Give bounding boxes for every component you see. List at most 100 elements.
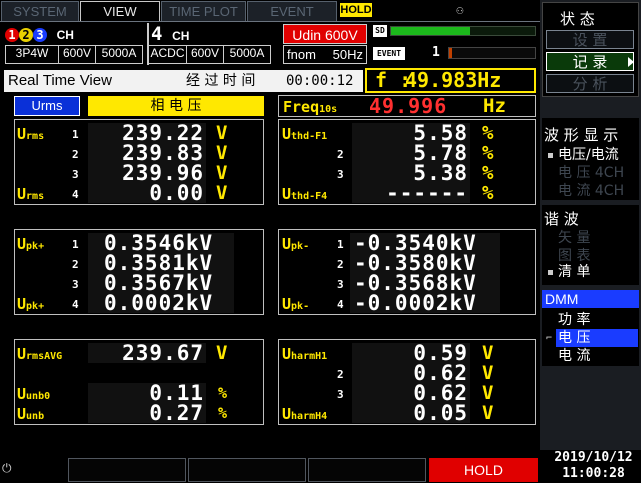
urms-ch-3: 3	[72, 168, 79, 181]
urms-value-2: 239.83	[88, 143, 206, 164]
status-title: 状 态	[560, 10, 595, 28]
uthd-value-1: 5.58	[352, 123, 470, 144]
urms-avg-value: 239.67	[88, 343, 206, 364]
freq-value: 49.983Hz	[405, 68, 502, 92]
waveform-item-voltage-current[interactable]: 电压/电流	[558, 147, 619, 163]
harmonic-item-list[interactable]: 清 单	[558, 264, 590, 280]
plug-icon: ⏻	[2, 461, 12, 475]
unb0-value: 0.11	[88, 383, 206, 404]
uharm-unit-1: V	[482, 342, 494, 364]
event-bar	[448, 47, 536, 59]
urms-label-1: Urms	[17, 125, 45, 143]
urms-unit-4: V	[216, 182, 228, 204]
urms-avg-unit: V	[216, 342, 228, 364]
f1-key[interactable]	[68, 458, 186, 482]
uharm-unit-2: V	[482, 362, 494, 384]
uthd-ch-2: 2	[337, 148, 344, 161]
uharm-unit-4: V	[482, 402, 494, 424]
upk-minus-value-2: -0.3580kV	[350, 253, 500, 274]
uthd-value-2: 5.78	[352, 143, 470, 164]
ch4-suffix: CH	[172, 29, 190, 43]
elapsed-label: 经 过 时 间	[186, 73, 256, 89]
uharm-unit-3: V	[482, 382, 494, 404]
unb-unit: %	[218, 404, 228, 422]
upk-minus-ch-1: 1	[337, 238, 344, 251]
ch-suffix: CH	[56, 28, 74, 42]
channel-group-1-3: 123 CH	[5, 24, 145, 44]
upk-plus-label-1: Upk+	[17, 235, 45, 253]
urms-unit-3: V	[216, 162, 228, 184]
upk-plus-ch-4: 4	[72, 298, 79, 311]
waveform-item-voltage-4ch[interactable]: 电 压 4CH	[558, 165, 624, 181]
urms-ch-4: 4	[72, 188, 79, 201]
range-v-4: 600V	[186, 45, 224, 64]
setup-button[interactable]: 设 置	[546, 30, 634, 49]
uthd-label-1: Uthd-F1	[282, 125, 328, 143]
analyze-button[interactable]: 分 析	[546, 74, 634, 93]
frequency-display: f : 49.983Hz	[365, 68, 536, 93]
footer-date: 2019/10/12	[554, 450, 633, 465]
upk-plus-value-2: 0.3581kV	[88, 253, 234, 274]
upk-plus-value-3: 0.3567kV	[88, 273, 234, 294]
freq10s-panel: Freq10s 49.996 Hz	[278, 95, 536, 117]
harmonic-title: 谐 波	[544, 210, 579, 228]
uthd-unit-2: %	[482, 142, 494, 164]
sd-usage-bar	[390, 26, 536, 36]
record-arrow-icon	[628, 57, 634, 67]
tab-view[interactable]: VIEW	[80, 1, 160, 22]
upk-minus-ch-2: 2	[337, 258, 344, 271]
upk-plus-ch-1: 1	[72, 238, 79, 251]
upk-plus-ch-2: 2	[72, 258, 79, 271]
freq10s-label: Freq10s	[283, 98, 338, 116]
uharm-label-1: UharmH1	[282, 345, 328, 363]
uthd-unit-4: %	[482, 182, 494, 204]
uharm-value-4: 0.05	[352, 403, 470, 424]
harmonic-item-vector[interactable]: 矢 量	[558, 230, 590, 246]
f2-key[interactable]	[188, 458, 306, 482]
wiring-label: 3P4W	[5, 45, 59, 64]
tab-time-plot[interactable]: TIME PLOT	[161, 1, 246, 22]
uharm-value-3: 0.62	[352, 383, 470, 404]
fnom-indicator: fnom 50Hz	[283, 45, 367, 64]
upk-minus-value-3: -0.3568kV	[350, 273, 500, 294]
hold-button[interactable]: HOLD	[429, 458, 538, 482]
tab-system[interactable]: SYSTEM	[1, 1, 79, 22]
upk-minus-ch-3: 3	[337, 278, 344, 291]
urms-ch-1: 1	[72, 128, 79, 141]
f3-key[interactable]	[308, 458, 426, 482]
upk-minus-label-4: Upk-	[282, 295, 310, 313]
upk-plus-value-4: 0.0002kV	[88, 293, 234, 314]
ch1-indicator: 1	[5, 28, 19, 42]
footer-time: 11:00:28	[562, 466, 625, 481]
unb0-unit: %	[218, 384, 228, 402]
urms-mode-button[interactable]: Urms	[14, 96, 80, 116]
dmm-item-power[interactable]: 功 率	[558, 312, 590, 328]
urms-label-4: Urms	[17, 185, 45, 203]
dmm-item-voltage[interactable]: 电 压	[558, 330, 590, 346]
urms-unit-2: V	[216, 142, 228, 164]
network-icon: ⚇	[456, 3, 464, 17]
uthd-unit-1: %	[482, 122, 494, 144]
waveform-title: 波 形 显 示	[544, 126, 619, 144]
dmm-item-current[interactable]: 电 流	[558, 348, 590, 364]
tab-event[interactable]: EVENT	[247, 1, 337, 22]
waveform-bullet-icon	[548, 153, 553, 158]
uthd-ch-3: 3	[337, 168, 344, 181]
record-button[interactable]: 记 录	[546, 52, 634, 71]
freq10s-unit: Hz	[483, 95, 506, 117]
ch4-coupling: ACDC	[148, 45, 187, 64]
event-count: 1	[432, 45, 440, 60]
channel-group-4: 4 CH	[151, 24, 211, 44]
uthd-value-4: ------	[352, 183, 470, 204]
dmm-title: DMM	[542, 290, 639, 308]
phase-voltage-label[interactable]: 相 电 压	[88, 96, 264, 116]
udin-indicator: Udin 600V	[283, 24, 367, 44]
range-a-1: 5000A	[95, 45, 143, 64]
waveform-item-current-4ch[interactable]: 电 流 4CH	[558, 183, 624, 199]
hold-badge: HOLD	[340, 3, 372, 17]
tab-divider	[0, 21, 540, 22]
upk-plus-ch-3: 3	[72, 278, 79, 291]
page-title: Real Time View	[8, 72, 112, 89]
harmonic-item-graph[interactable]: 图 表	[558, 248, 590, 264]
uharm-value-1: 0.59	[352, 343, 470, 364]
